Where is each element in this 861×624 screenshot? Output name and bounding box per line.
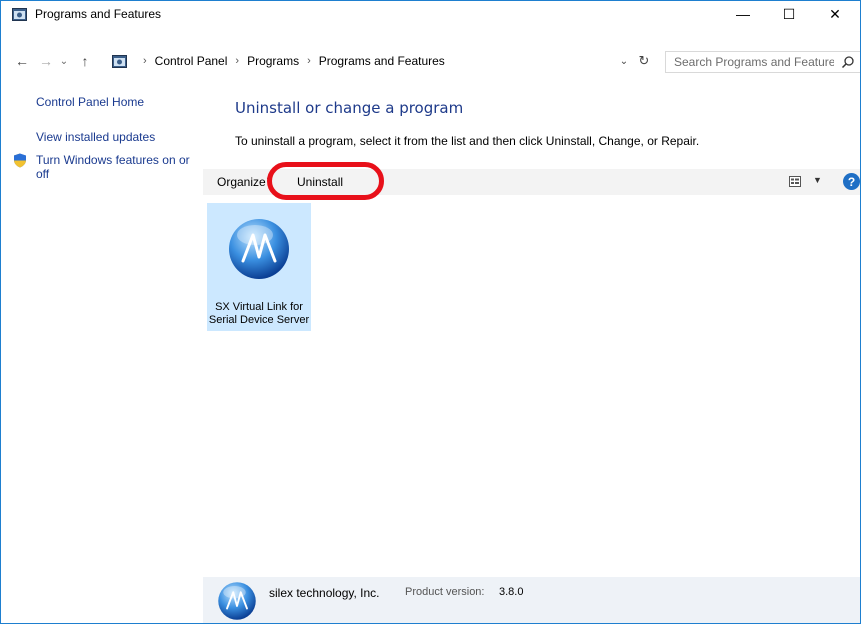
back-button[interactable]: ← bbox=[13, 49, 31, 73]
program-name: SX Virtual Link for Serial Device Server bbox=[208, 301, 310, 326]
control-panel-icon bbox=[112, 54, 127, 68]
program-logo-icon bbox=[229, 219, 289, 279]
help-icon[interactable]: ? bbox=[843, 173, 860, 190]
organize-button[interactable]: Organize bbox=[217, 175, 266, 189]
control-panel-icon bbox=[12, 8, 27, 21]
refresh-button[interactable]: ↻ bbox=[635, 49, 653, 73]
breadcrumb-programs[interactable]: Programs bbox=[247, 54, 299, 68]
navigation-bar: ← → ⌄ ↑ › Control Panel › Programs › Pro… bbox=[1, 49, 860, 73]
programs-and-features-window: Programs and Features — ☐ ✕ ← → ⌄ ↑ › Co… bbox=[0, 0, 861, 624]
close-button[interactable]: ✕ bbox=[812, 1, 858, 27]
turn-windows-features-link[interactable]: Turn Windows features on or off bbox=[36, 153, 196, 181]
search-box[interactable] bbox=[665, 51, 860, 73]
shield-icon bbox=[14, 153, 26, 168]
page-instructions: To uninstall a program, select it from t… bbox=[235, 134, 700, 148]
publisher-name: silex technology, Inc. bbox=[269, 586, 380, 600]
control-panel-home-link[interactable]: Control Panel Home bbox=[36, 95, 144, 109]
breadcrumb-separator: › bbox=[143, 55, 147, 67]
window-title: Programs and Features bbox=[35, 7, 162, 21]
forward-button[interactable]: → bbox=[37, 49, 55, 73]
search-input[interactable] bbox=[674, 55, 834, 69]
recent-locations-button[interactable]: ⌄ bbox=[57, 49, 71, 73]
chevron-down-icon[interactable]: ▼ bbox=[265, 175, 274, 185]
breadcrumb-separator: › bbox=[235, 55, 240, 67]
page-title: Uninstall or change a program bbox=[235, 99, 464, 117]
breadcrumb-programs-and-features[interactable]: Programs and Features bbox=[319, 54, 445, 68]
view-installed-updates-link[interactable]: View installed updates bbox=[36, 130, 155, 144]
left-pane: Control Panel Home View installed update… bbox=[1, 85, 201, 623]
breadcrumb-separator: › bbox=[307, 55, 311, 67]
details-pane: silex technology, Inc. Product version: … bbox=[203, 577, 860, 623]
program-list: SX Virtual Link for Serial Device Server bbox=[203, 197, 860, 577]
address-dropdown-button[interactable]: ⌄ bbox=[617, 49, 631, 73]
list-item[interactable]: SX Virtual Link for Serial Device Server bbox=[207, 203, 311, 331]
up-button[interactable]: ↑ bbox=[77, 49, 93, 73]
program-logo-icon bbox=[218, 582, 256, 620]
maximize-button[interactable]: ☐ bbox=[766, 1, 812, 27]
command-bar: Organize ▼ Uninstall ▼ ? bbox=[203, 162, 860, 200]
title-bar: Programs and Features — ☐ ✕ bbox=[1, 1, 860, 27]
search-icon[interactable] bbox=[841, 55, 855, 69]
breadcrumb-control-panel[interactable]: Control Panel bbox=[155, 54, 228, 68]
product-version-label: Product version: bbox=[405, 586, 485, 598]
chevron-down-icon[interactable]: ▼ bbox=[813, 175, 822, 185]
view-icon[interactable] bbox=[789, 176, 801, 187]
address-bar[interactable]: › Control Panel › Programs › Programs an… bbox=[112, 49, 649, 73]
uninstall-button[interactable]: Uninstall bbox=[297, 175, 343, 189]
minimize-button[interactable]: — bbox=[720, 1, 766, 27]
product-version-value: 3.8.0 bbox=[499, 586, 524, 598]
